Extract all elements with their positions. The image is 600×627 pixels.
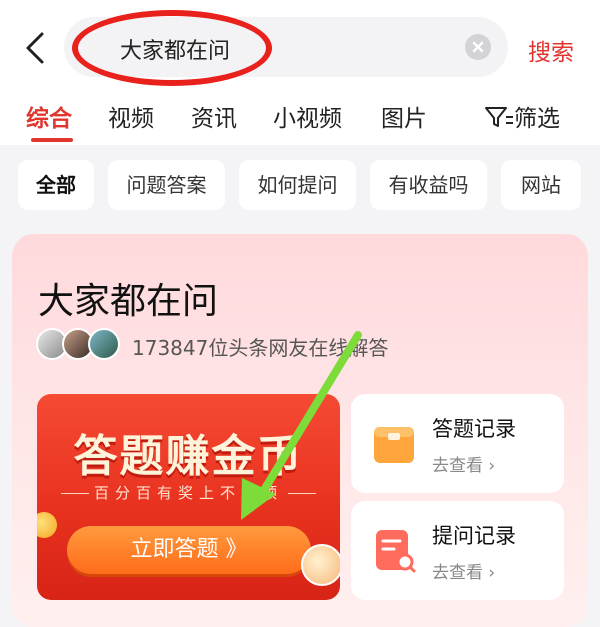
chip-question-answers[interactable]: 问题答案 [108, 160, 225, 210]
chevron-right-icon: › [488, 563, 496, 583]
filter-button[interactable]: 筛选 [484, 99, 560, 133]
question-records-card[interactable]: 提问记录 去查看 › [351, 501, 564, 600]
tab-video[interactable]: 视频 [108, 99, 154, 133]
filter-chip-row: 全部 问题答案 如何提问 有收益吗 网站 [0, 145, 600, 227]
answer-earn-banner[interactable]: 答题赚金币 百分百有奖上不封顶 立即答题 》 [37, 394, 340, 600]
avatar-group [36, 328, 126, 362]
view-link-text: 去查看 [432, 563, 483, 583]
answer-records-card[interactable]: 答题记录 去查看 › [351, 394, 564, 493]
question-records-link[interactable]: 去查看 › [432, 558, 495, 583]
search-results-page: 大家都在问 搜索 综合 视频 资讯 小视频 图片 筛选 全部 问题答案 如何提问… [0, 0, 600, 627]
search-query-text[interactable]: 大家都在问 [120, 33, 230, 65]
divider [288, 493, 316, 494]
answer-records-link[interactable]: 去查看 › [432, 451, 495, 476]
chip-website[interactable]: 网站 [501, 160, 581, 210]
tab-comprehensive[interactable]: 综合 [26, 99, 72, 133]
answer-now-button[interactable]: 立即答题 》 [67, 526, 311, 574]
view-link-text: 去查看 [432, 456, 483, 476]
filter-label: 筛选 [514, 106, 560, 132]
chip-how-to-ask[interactable]: 如何提问 [239, 160, 356, 210]
tab-images[interactable]: 图片 [381, 99, 427, 133]
chip-earnings[interactable]: 有收益吗 [370, 160, 487, 210]
qa-card: 大家都在问 173847位头条网友在线解答 答题赚金币 百分百有奖上不封顶 立即… [12, 234, 588, 627]
clear-circle-icon[interactable] [465, 34, 491, 60]
avatar [88, 328, 120, 360]
search-button[interactable]: 搜索 [528, 33, 574, 67]
coin-icon [37, 512, 57, 538]
result-type-tabs: 综合 视频 资讯 小视频 图片 筛选 [0, 92, 600, 142]
card-title[interactable]: 大家都在问 [38, 272, 218, 324]
question-records-title: 提问记录 [432, 524, 516, 548]
answer-records-title: 答题记录 [432, 417, 516, 441]
filter-icon [485, 107, 513, 127]
chevron-right-icon: › [488, 456, 496, 476]
content-area: 大家都在问 173847位头条网友在线解答 答题赚金币 百分百有奖上不封顶 立即… [0, 227, 600, 627]
online-answerers-count: 173847位头条网友在线解答 [132, 336, 389, 360]
document-search-icon [376, 530, 416, 573]
active-tab-indicator [31, 138, 73, 142]
tab-news[interactable]: 资讯 [191, 99, 237, 133]
tab-short-video[interactable]: 小视频 [273, 99, 342, 133]
chevron-left-icon[interactable] [20, 30, 50, 66]
folder-icon [374, 427, 414, 463]
search-input[interactable]: 大家都在问 [64, 17, 508, 77]
coin-icon [301, 544, 340, 586]
banner-title: 答题赚金币 [73, 431, 304, 482]
search-header: 大家都在问 搜索 [0, 0, 600, 92]
chip-all[interactable]: 全部 [18, 160, 94, 210]
